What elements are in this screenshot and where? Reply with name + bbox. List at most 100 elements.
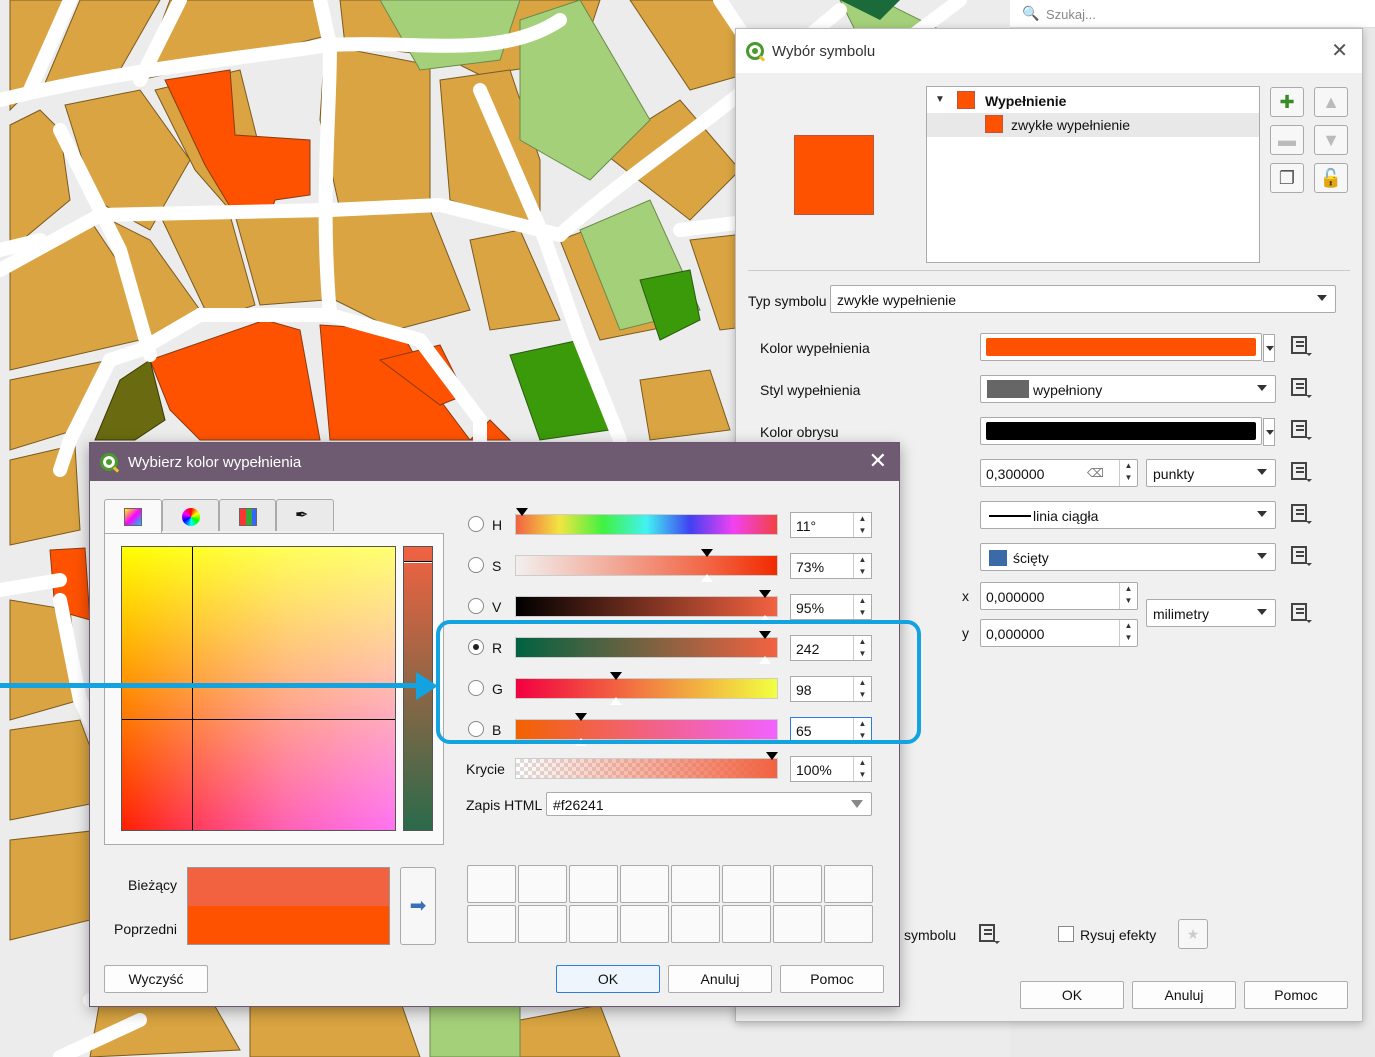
tree-item-fill[interactable]: ▼ Wypełnienie: [927, 89, 1259, 113]
swatch-cell[interactable]: [569, 905, 618, 943]
v-spinbox[interactable]: 95% ▲ ▼: [790, 594, 872, 620]
s-spinbox[interactable]: 73% ▲ ▼: [790, 553, 872, 579]
stroke-color-menu[interactable]: [1263, 418, 1275, 446]
swatch-cell[interactable]: [671, 905, 720, 943]
spin-arrows-icon[interactable]: ▲ ▼: [853, 595, 871, 619]
swatch-cell[interactable]: [824, 905, 873, 943]
symbol-settings-icon[interactable]: [976, 922, 1004, 946]
s-value: 73%: [796, 559, 825, 575]
spin-arrows-icon[interactable]: ▲ ▼: [1119, 620, 1137, 646]
fill-color-menu[interactable]: [1263, 334, 1275, 362]
ok-button[interactable]: OK: [556, 965, 660, 993]
swatch-grid-icon: [239, 508, 257, 526]
swatch-cell[interactable]: [467, 905, 516, 943]
previous-color-swatch[interactable]: [188, 906, 389, 944]
tab-color-picker[interactable]: ✒: [276, 499, 334, 531]
swatch-cell[interactable]: [518, 905, 567, 943]
chevron-down-icon: [1257, 385, 1267, 391]
data-defined-override-icon[interactable]: [1288, 334, 1316, 358]
swatch-cell[interactable]: [569, 865, 618, 903]
stroke-width-value: 0,300000: [986, 466, 1045, 482]
swatch-cell[interactable]: [467, 865, 516, 903]
data-defined-override-icon[interactable]: [1288, 460, 1316, 484]
swatch-cell[interactable]: [671, 865, 720, 903]
join-style-combo[interactable]: ścięty: [980, 543, 1276, 571]
data-defined-override-icon[interactable]: [1288, 418, 1316, 442]
expand-arrow-icon[interactable]: ▼: [935, 94, 945, 105]
clear-button[interactable]: Wyczyść: [104, 965, 208, 993]
swatch-cell[interactable]: [722, 905, 771, 943]
slider-s[interactable]: [515, 549, 778, 582]
offset-y-spinbox[interactable]: 0,000000 ▲ ▼: [980, 619, 1138, 647]
fill-color-button[interactable]: [980, 333, 1275, 362]
spin-arrows-icon[interactable]: ▲ ▼: [1119, 460, 1137, 486]
swatch-cell[interactable]: [722, 865, 771, 903]
offset-unit-combo[interactable]: milimetry: [1146, 599, 1276, 627]
swatch-cell[interactable]: [773, 865, 822, 903]
tab-color-ramp[interactable]: [104, 499, 162, 533]
opacity-label: Krycie: [466, 761, 505, 777]
symbol-preview: [794, 135, 874, 215]
data-defined-override-icon[interactable]: [1288, 502, 1316, 526]
stroke-width-unit-combo[interactable]: punkty: [1146, 459, 1276, 487]
swatch-cell[interactable]: [824, 865, 873, 903]
color-wheel-icon: [182, 508, 200, 526]
html-notation-field[interactable]: #f26241: [546, 792, 872, 816]
stroke-color-label: Kolor obrysu: [760, 424, 839, 440]
color-square[interactable]: [121, 546, 396, 831]
add-to-swatches-button[interactable]: ➡: [400, 867, 436, 945]
lock-layer-button[interactable]: 🔓: [1314, 163, 1348, 193]
fill-style-combo[interactable]: wypełniony: [980, 375, 1276, 403]
add-layer-button[interactable]: ✚: [1270, 87, 1304, 117]
symbol-layer-tree[interactable]: ▼ Wypełnienie zwykłe wypełnienie: [926, 86, 1260, 263]
swatch-cell[interactable]: [620, 905, 669, 943]
slider-h[interactable]: [515, 508, 778, 536]
radio-s[interactable]: [468, 557, 484, 573]
spin-arrows-icon[interactable]: ▲ ▼: [853, 554, 871, 578]
tree-item-simple-fill[interactable]: zwykłe wypełnienie: [927, 113, 1259, 137]
opacity-spinbox[interactable]: 100% ▲ ▼: [790, 756, 872, 782]
h-spinbox[interactable]: 11° ▲ ▼: [790, 512, 872, 538]
swatch-cell[interactable]: [518, 865, 567, 903]
data-defined-override-icon[interactable]: [1288, 376, 1316, 400]
eyedropper-icon: ✒: [295, 507, 309, 524]
radio-v[interactable]: [468, 598, 484, 614]
data-defined-override-icon[interactable]: [1288, 544, 1316, 568]
slider-marker-icon: [701, 574, 713, 582]
move-down-button[interactable]: ▼: [1314, 125, 1348, 155]
cancel-button[interactable]: Anuluj: [668, 965, 772, 993]
move-up-button[interactable]: ▲: [1314, 87, 1348, 117]
draw-effects-checkbox[interactable]: [1058, 926, 1074, 942]
spin-arrows-icon[interactable]: ▲ ▼: [853, 757, 871, 781]
help-button[interactable]: Pomoc: [1244, 981, 1348, 1009]
ok-button[interactable]: OK: [1020, 981, 1124, 1009]
slider-v[interactable]: [515, 590, 778, 623]
help-button[interactable]: Pomoc: [780, 965, 884, 993]
swatch-cell[interactable]: [773, 905, 822, 943]
opacity-slider[interactable]: [515, 752, 778, 780]
stroke-width-spinbox[interactable]: 0,300000 ⌫ ▲ ▼: [980, 459, 1138, 487]
clear-icon[interactable]: ⌫: [1087, 466, 1104, 480]
offset-x-spinbox[interactable]: 0,000000 ▲ ▼: [980, 582, 1138, 610]
close-icon[interactable]: ✕: [869, 448, 887, 474]
cancel-button[interactable]: Anuluj: [1132, 981, 1236, 1009]
stroke-style-combo[interactable]: linia ciągła: [980, 501, 1276, 529]
symbol-type-combo[interactable]: zwykłe wypełnienie: [830, 285, 1336, 313]
effects-star-button[interactable]: ★: [1178, 919, 1208, 949]
radio-h[interactable]: [468, 516, 484, 532]
html-notation-value: #f26241: [553, 797, 604, 813]
data-defined-override-icon[interactable]: [1288, 601, 1316, 625]
spin-arrows-icon[interactable]: ▲ ▼: [853, 513, 871, 537]
stroke-color-button[interactable]: [980, 417, 1275, 446]
spin-arrows-icon[interactable]: ▲ ▼: [1119, 583, 1137, 609]
fill-color-label: Kolor wypełnienia: [760, 340, 870, 356]
search-bar[interactable]: 🔍 Szukaj...: [1010, 0, 1375, 28]
tab-swatches[interactable]: [219, 499, 276, 531]
swatch-cell[interactable]: [620, 865, 669, 903]
tab-color-wheel[interactable]: [162, 499, 219, 531]
duplicate-layer-button[interactable]: ❐: [1270, 163, 1304, 193]
offset-x-label: x: [962, 588, 969, 604]
close-icon[interactable]: ✕: [1331, 38, 1348, 63]
remove-layer-button[interactable]: ▬: [1270, 125, 1304, 155]
slider-h-label: H: [492, 517, 503, 533]
